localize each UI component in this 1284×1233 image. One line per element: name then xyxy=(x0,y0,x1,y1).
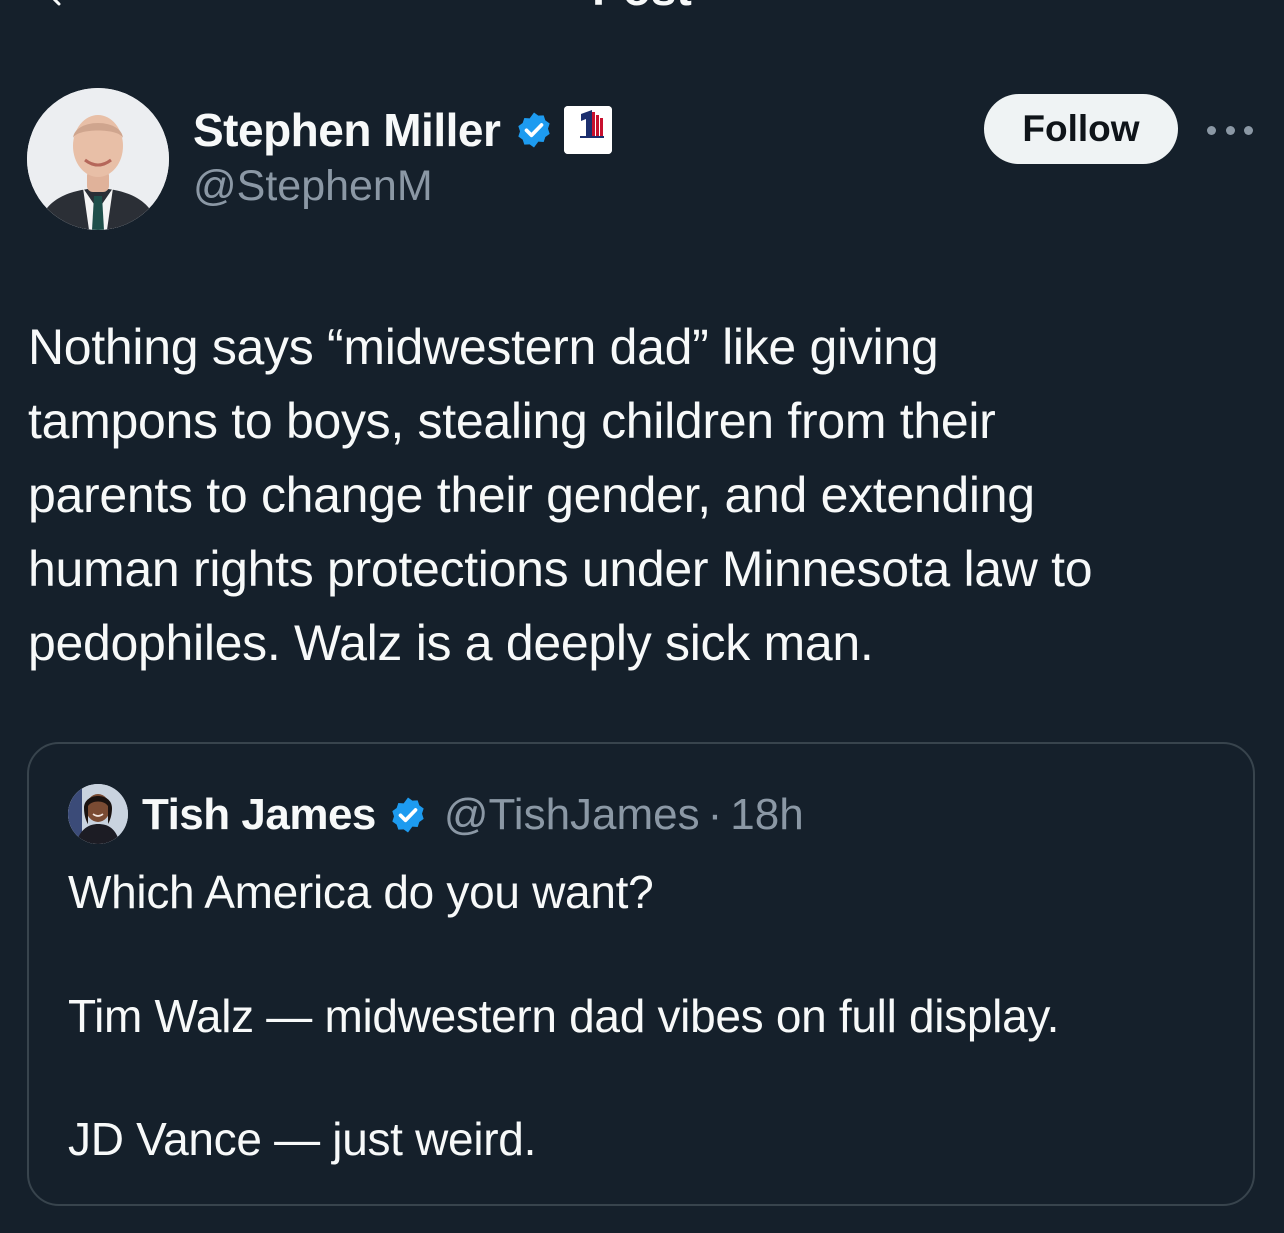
page-title: Post xyxy=(0,0,1284,12)
tweet-line: parents to change their gender, and exte… xyxy=(28,467,1035,523)
more-dot xyxy=(1244,125,1253,135)
verified-badge-icon[interactable] xyxy=(514,110,554,150)
author-name[interactable]: Stephen Miller xyxy=(193,103,501,157)
quoted-author-name[interactable]: Tish James xyxy=(142,790,376,840)
quoted-author-handle[interactable]: @TishJames xyxy=(444,790,700,840)
tweet-line: Nothing says “midwestern dad” like givin… xyxy=(28,319,939,375)
tweet-line: pedophiles. Walz is a deeply sick man. xyxy=(28,615,874,671)
top-nav-bar: Post xyxy=(0,0,1284,40)
author-avatar[interactable] xyxy=(27,88,169,230)
quoted-author-avatar[interactable] xyxy=(68,784,128,844)
author-handle[interactable]: @StephenM xyxy=(193,162,433,211)
tweet-text: Nothing says “midwestern dad” like givin… xyxy=(28,310,1258,680)
quoted-tweet-line: Which America do you want? xyxy=(68,866,654,918)
tweet-line: human rights protections under Minnesota… xyxy=(28,541,1093,597)
affiliation-badge-icon[interactable] xyxy=(564,106,613,154)
follow-button[interactable]: Follow xyxy=(984,94,1178,164)
author-name-row: Stephen Miller xyxy=(193,102,613,158)
more-horizontal-icon[interactable] xyxy=(1207,120,1253,140)
verified-badge-icon[interactable] xyxy=(388,795,428,835)
quoted-tweet-line: Tim Walz — midwestern dad vibes on full … xyxy=(68,990,1060,1042)
dot-separator: · xyxy=(707,790,723,839)
quoted-tweet-header: Tish James @TishJames · 18h xyxy=(142,788,804,842)
quoted-timestamp[interactable]: 18h xyxy=(730,790,803,840)
quoted-tweet-line: JD Vance — just weird. xyxy=(68,1113,537,1165)
more-dot xyxy=(1207,125,1216,135)
tweet-line: tampons to boys, stealing children from … xyxy=(28,393,996,449)
more-dot xyxy=(1225,125,1235,135)
